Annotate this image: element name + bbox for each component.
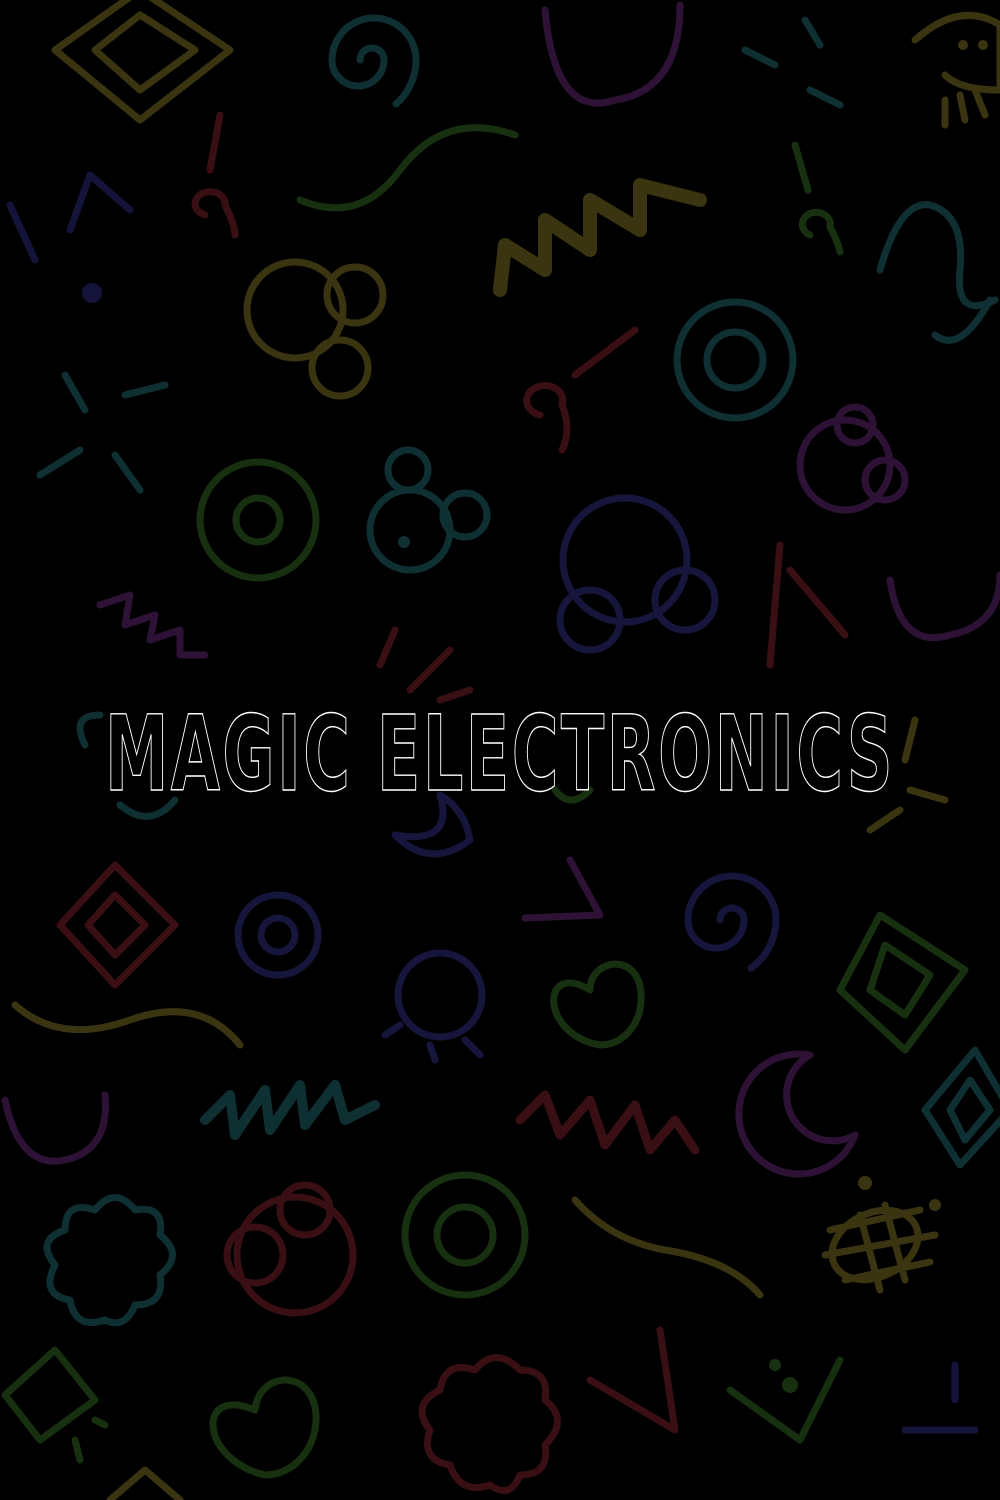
wave-icon (11, 1001, 244, 1049)
arc-icon (886, 571, 1000, 642)
ring-icon (234, 891, 322, 979)
diamond-icon (56, 861, 179, 989)
heart-icon (550, 960, 645, 1049)
sparkle-icon (741, 16, 844, 109)
sparkle-icon (71, 1416, 109, 1464)
bubble-cluster-icon (394, 949, 486, 1041)
wave-icon (876, 201, 999, 344)
bubble-cluster-icon (223, 1181, 357, 1317)
title-container: MAGIC ELECTRONICS (104, 692, 895, 810)
note-squiggle-icon (523, 326, 639, 454)
zigzag-icon (6, 171, 134, 264)
flower-icon (43, 1194, 176, 1327)
flower-icon (418, 1354, 561, 1495)
ring-icon (196, 458, 320, 582)
bubble-cluster-icon (366, 446, 491, 574)
ring-icon (401, 1171, 529, 1299)
diamond-icon (836, 911, 969, 1054)
critter-icon (911, 11, 1000, 129)
ring-icon (673, 298, 797, 422)
bubble-cluster-icon (556, 494, 719, 654)
check-mark-icon (521, 856, 604, 922)
zigzag-icon (493, 178, 707, 297)
wave-icon (296, 124, 519, 212)
arc-icon (1, 1091, 109, 1165)
bubble-cluster-icon (243, 258, 387, 400)
zigzag-icon (96, 591, 209, 659)
heart-icon (209, 1376, 320, 1479)
diamond-icon (1, 1346, 99, 1444)
striped-oval-icon (821, 1176, 941, 1294)
wave-icon (571, 1196, 764, 1299)
check-mark-icon (726, 1356, 844, 1444)
page-title: MAGIC ELECTRONICS (105, 693, 895, 810)
note-squiggle-icon (191, 111, 239, 239)
sparkle-icon (36, 371, 169, 494)
check-mark-icon (586, 1326, 679, 1434)
triangle-icon (106, 1466, 184, 1500)
spiral-icon (684, 872, 780, 972)
dot-icon (398, 536, 410, 548)
note-squiggle-icon (791, 141, 844, 256)
zigzag-icon (515, 1090, 700, 1155)
diamond-icon (51, 0, 234, 124)
spiral-icon (328, 14, 420, 108)
dot-icon (82, 283, 102, 303)
bubble-cluster-icon (796, 403, 909, 514)
crescent-icon (735, 1050, 859, 1178)
check-mark-icon (766, 541, 849, 669)
diamond-icon (921, 1046, 1000, 1169)
blue-bar-icon (901, 1361, 979, 1434)
arc-icon (541, 1, 684, 107)
zigzag-icon (200, 1080, 380, 1140)
